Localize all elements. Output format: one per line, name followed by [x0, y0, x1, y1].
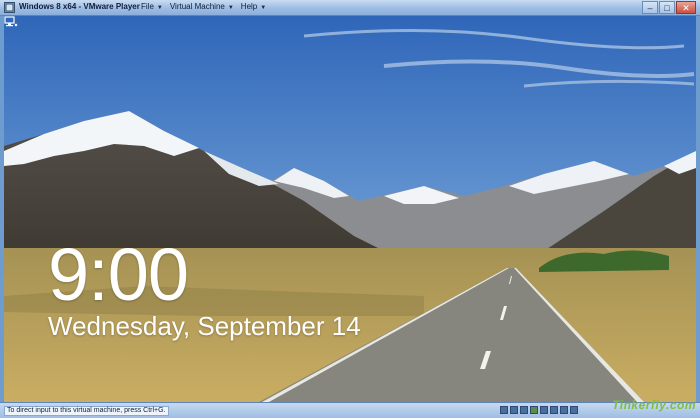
vm-screen[interactable]: 9:00 Wednesday, September 14 [4, 16, 696, 402]
usb-icon[interactable] [540, 406, 548, 414]
lockscreen-time: 9:00 [48, 233, 189, 316]
vm-statusbar: To direct input to this virtual machine,… [0, 402, 700, 418]
menu-file[interactable]: File ▼ [141, 2, 163, 11]
lockscreen-date: Wednesday, September 14 [48, 311, 361, 341]
close-button[interactable]: ✕ [676, 1, 696, 14]
display-icon[interactable] [570, 406, 578, 414]
vmware-app-icon [4, 2, 15, 13]
menu-virtual-machine[interactable]: Virtual Machine ▼ [170, 2, 234, 11]
menu-help[interactable]: Help ▼ [241, 2, 266, 11]
floppy-icon[interactable] [520, 406, 528, 414]
window-titlebar[interactable]: Windows 8 x64 - VMware Player File ▼ Virt… [0, 0, 700, 16]
watermark: Tinkerfly.com [612, 398, 696, 412]
menu-file-label: File [141, 2, 154, 11]
input-hint: To direct input to this virtual machine,… [4, 406, 169, 416]
window-title: Windows 8 x64 - VMware Player [19, 2, 140, 11]
device-tray [500, 406, 578, 414]
lockscreen-wallpaper [4, 16, 696, 402]
window-controls: – □ ✕ [641, 1, 696, 14]
sound-icon[interactable] [550, 406, 558, 414]
chevron-down-icon: ▼ [156, 5, 163, 11]
network-icon [4, 16, 18, 27]
hard-disk-icon[interactable] [500, 406, 508, 414]
menu-help-label: Help [240, 2, 258, 11]
chevron-down-icon: ▼ [227, 5, 234, 11]
network-adapter-icon[interactable] [530, 406, 538, 414]
chevron-down-icon: ▼ [260, 5, 267, 11]
minimize-button[interactable]: – [642, 1, 658, 14]
maximize-button[interactable]: □ [659, 1, 675, 14]
menu-bar: File ▼ Virtual Machine ▼ Help ▼ [141, 2, 266, 11]
printer-icon[interactable] [560, 406, 568, 414]
menu-virtual-machine-label: Virtual Machine [169, 2, 225, 11]
cd-drive-icon[interactable] [510, 406, 518, 414]
